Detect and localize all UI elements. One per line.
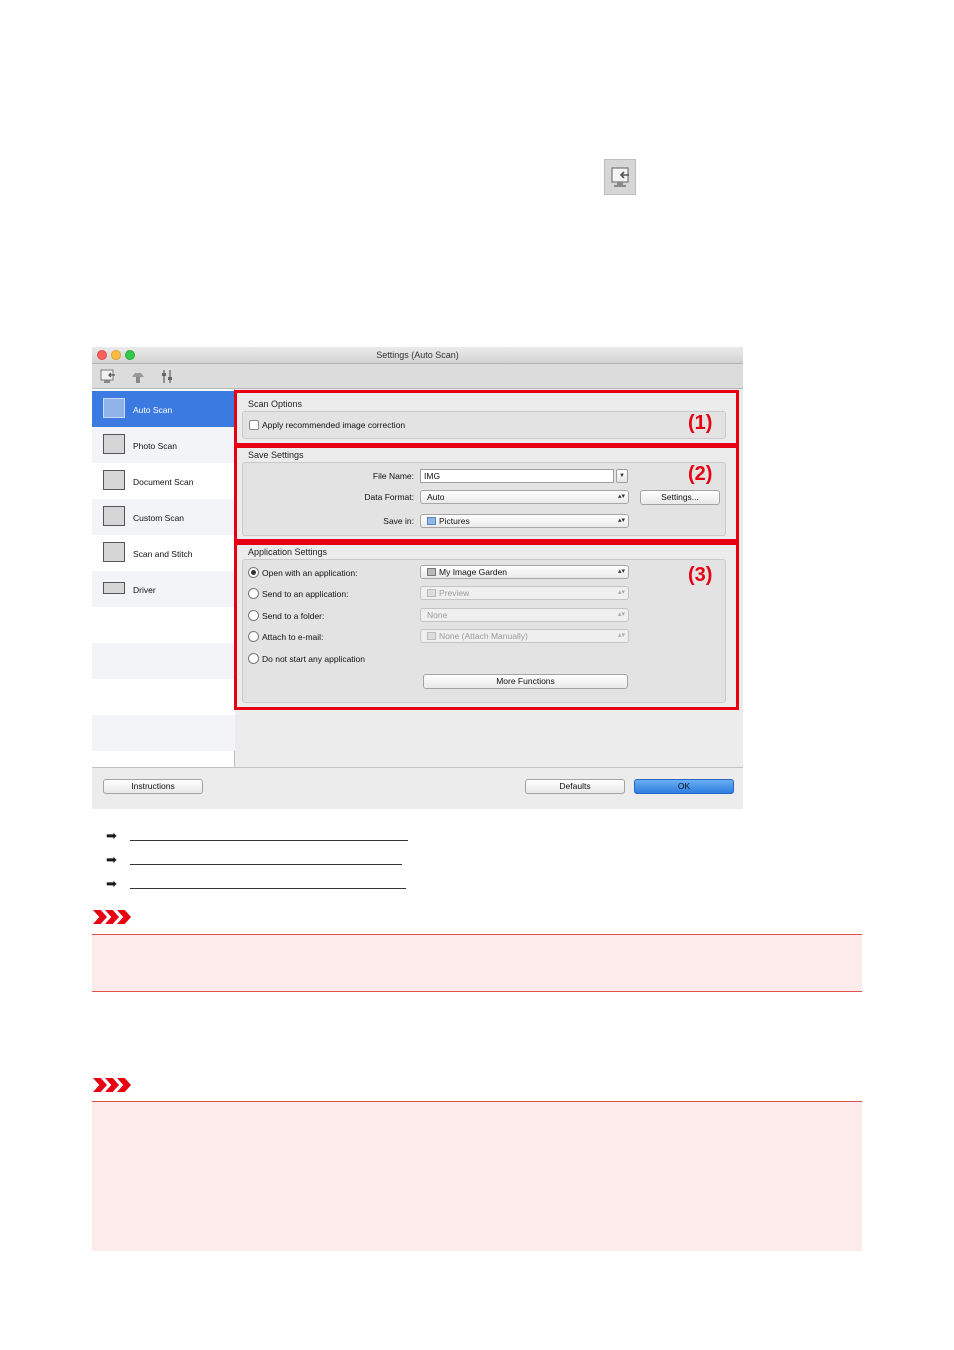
arrow-right-icon: ➡ [106,852,117,867]
scan-from-computer-icon[interactable] [98,367,118,386]
send-to-application-radio[interactable] [248,588,259,599]
data-format-label: Data Format: [364,492,414,502]
title-bar: Settings (Auto Scan) [92,347,743,364]
send-to-folder-value: None [427,610,448,620]
updown-arrows-icon: ▴▾ [617,493,625,500]
driver-icon [103,582,125,594]
instructions-button[interactable]: Instructions [103,779,203,794]
scan-options-title: Scan Options [248,399,303,409]
arrow-right-icon: ➡ [106,876,117,891]
scan-from-computer-tab-icon [604,159,636,195]
my-image-garden-icon [427,568,436,576]
attach-to-email-value: None (Attach Manually) [439,631,528,641]
apply-correction-checkbox[interactable] [249,420,259,430]
attach-to-email-label: Attach to e-mail: [262,632,324,642]
sidebar-item-document-scan[interactable]: Document Scan [92,463,235,499]
sidebar-empty-row [92,715,235,751]
photo-scan-icon [103,434,125,454]
arrow-right-icon: ➡ [106,828,117,843]
important-note-box [92,1101,862,1251]
sidebar-item-label: Photo Scan [133,441,177,451]
file-name-label: File Name: [372,471,414,481]
sidebar-item-auto-scan[interactable]: Auto Scan [92,391,235,427]
link-underline [130,840,408,841]
updown-arrows-icon: ▴▾ [617,568,625,575]
save-in-value: Pictures [439,516,470,526]
custom-scan-icon [103,506,125,526]
settings-button[interactable]: Settings... [640,490,720,505]
footer-divider [92,767,743,768]
marker-1: (1) [688,412,713,434]
updown-arrows-icon: ▴▾ [617,632,625,639]
scan-type-sidebar: Auto Scan Photo Scan Document Scan Custo… [92,389,235,767]
marker-2: (2) [688,463,713,485]
ok-button[interactable]: OK [634,779,734,794]
file-name-dropdown-button[interactable]: ▼ [616,469,628,483]
sidebar-item-label: Document Scan [133,477,194,487]
scan-and-stitch-icon [103,542,125,562]
folder-icon [427,517,436,525]
data-format-value: Auto [427,492,445,502]
save-in-label: Save in: [383,516,414,526]
important-icon [93,1078,133,1092]
window-title: Settings (Auto Scan) [376,350,459,360]
link-underline [130,864,402,865]
attach-to-email-radio[interactable] [248,631,259,642]
general-settings-icon[interactable] [157,367,177,386]
scan-from-operation-panel-icon[interactable] [128,367,148,386]
sidebar-empty-row [92,643,235,679]
sidebar-item-label: Scan and Stitch [133,549,193,559]
file-name-field[interactable]: IMG [420,469,614,483]
mail-folder-icon [427,632,436,640]
open-with-application-label: Open with an application: [262,568,358,578]
updown-arrows-icon: ▴▾ [617,611,625,618]
settings-toolbar [92,364,743,389]
important-note-box [92,934,862,992]
save-settings-title: Save Settings [248,450,304,460]
sidebar-item-label: Driver [133,585,156,595]
send-to-folder-label: Send to a folder: [262,611,325,621]
marker-3: (3) [688,564,713,586]
open-with-application-select[interactable]: My Image Garden ▴▾ [420,565,629,579]
sidebar-item-label: Custom Scan [133,513,185,523]
open-with-application-radio[interactable] [248,567,259,578]
open-with-application-value: My Image Garden [439,567,508,577]
send-to-application-value: Preview [439,588,470,598]
link-underline [130,888,406,889]
updown-arrows-icon: ▴▾ [617,589,625,596]
sidebar-item-custom-scan[interactable]: Custom Scan [92,499,235,535]
document-scan-icon [103,470,125,490]
data-format-select[interactable]: Auto ▴▾ [420,490,629,504]
sidebar-empty-row [92,679,235,715]
attach-to-email-select[interactable]: None (Attach Manually) ▴▾ [420,629,629,643]
do-not-start-application-label: Do not start any application [262,654,366,664]
important-icon [93,910,133,924]
save-in-select[interactable]: Pictures ▴▾ [420,514,629,528]
sidebar-item-scan-and-stitch[interactable]: Scan and Stitch [92,535,235,571]
sidebar-empty-row [92,607,235,643]
send-to-application-select[interactable]: Preview ▴▾ [420,586,629,600]
apply-correction-label: Apply recommended image correction [262,420,406,430]
sidebar-item-label: Auto Scan [133,405,173,415]
auto-scan-icon [103,398,125,418]
sidebar-item-photo-scan[interactable]: Photo Scan [92,427,235,463]
do-not-start-application-radio[interactable] [248,653,259,664]
defaults-button[interactable]: Defaults [525,779,625,794]
updown-arrows-icon: ▴▾ [617,517,625,524]
preview-app-icon [427,589,436,597]
send-to-folder-select[interactable]: None ▴▾ [420,608,629,622]
more-functions-button[interactable]: More Functions [423,674,628,689]
settings-window: Settings (Auto Scan) Auto Scan Photo Sca… [92,347,743,809]
send-to-application-label: Send to an application: [262,589,349,599]
application-settings-title: Application Settings [248,547,328,557]
send-to-folder-radio[interactable] [248,610,259,621]
sidebar-item-driver[interactable]: Driver [92,571,235,607]
